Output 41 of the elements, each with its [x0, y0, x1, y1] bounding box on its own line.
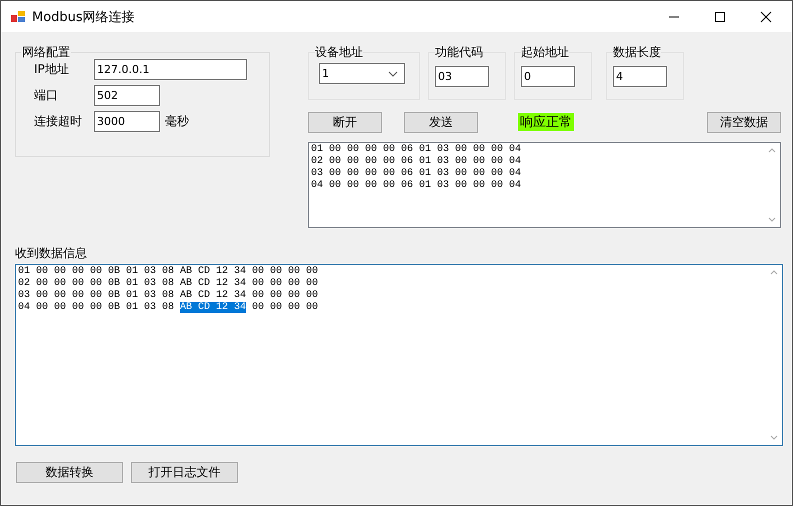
send-button[interactable]: 发送 [404, 112, 478, 132]
group-title: 数据长度 [613, 44, 661, 61]
unit-label: 毫秒 [165, 113, 189, 130]
field-label: 端口 [34, 87, 59, 104]
group-title: 起始地址 [521, 44, 569, 61]
section-label: 收到数据信息 [15, 245, 87, 262]
data-line: 02 00 00 00 00 06 01 03 00 00 00 04 [311, 156, 522, 168]
clear-button[interactable]: 清空数据 [707, 112, 781, 132]
text-field[interactable]: 4 [613, 66, 667, 87]
scroll-up-icon[interactable] [770, 270, 778, 275]
scroll-up-icon[interactable] [768, 148, 776, 153]
text-field[interactable]: 127.0.0.1 [94, 59, 247, 80]
status-label: 响应正常 [518, 113, 574, 131]
maximize-icon[interactable] [714, 10, 726, 22]
data-line: 01 00 00 00 00 0B 01 03 08 AB CD 12 34 00 00 00 00 [18, 266, 320, 278]
window-title: Modbus网络连接 [32, 8, 135, 26]
text-field[interactable]: 502 [94, 85, 160, 106]
app-icon [11, 10, 25, 22]
dropdown-field[interactable]: 1 [319, 63, 405, 84]
field-label: IP地址 [34, 61, 70, 78]
data-line: 02 00 00 00 00 0B 01 03 08 AB CD 12 34 00 00 00 00 [18, 278, 320, 290]
chevron-down-icon [388, 70, 398, 76]
text-field[interactable]: 03 [435, 66, 489, 87]
text-field[interactable]: 3000 [94, 111, 160, 132]
action-button[interactable]: 打开日志文件 [131, 462, 238, 483]
text-field[interactable]: 0 [521, 66, 575, 87]
sent-data-textbox[interactable]: 01 00 00 00 00 06 01 03 00 00 00 04 02 00 00 00 00 06 01 03 00 00 00 04 03 00 00 00 00 06 01 03 00 00 00 04 04 00 00 00 00 06 01 03 00 00 00 04 [308, 142, 781, 228]
group-title: 功能代码 [435, 44, 483, 61]
close-icon[interactable] [760, 10, 772, 22]
data-line: 04 00 00 00 00 0B 01 03 08 AB CD 12 34 00 00 00 00 [18, 302, 320, 314]
action-button[interactable]: 数据转换 [16, 462, 123, 483]
scroll-down-icon[interactable] [768, 217, 776, 222]
field-label: 连接超时 [34, 113, 83, 130]
data-line: 04 00 00 00 00 06 01 03 00 00 00 04 [311, 180, 522, 192]
data-line: 01 00 00 00 00 06 01 03 00 00 00 04 [311, 144, 522, 156]
disconnect-button[interactable]: 断开 [308, 112, 382, 132]
received-data-textbox[interactable] [15, 264, 783, 446]
scroll-down-icon[interactable] [770, 435, 778, 440]
group-title: 网络配置 [21, 44, 71, 61]
data-line: 03 00 00 00 00 06 01 03 00 00 00 04 [311, 168, 522, 180]
data-line: 03 00 00 00 00 0B 01 03 08 AB CD 12 34 00 00 00 00 [18, 290, 320, 302]
